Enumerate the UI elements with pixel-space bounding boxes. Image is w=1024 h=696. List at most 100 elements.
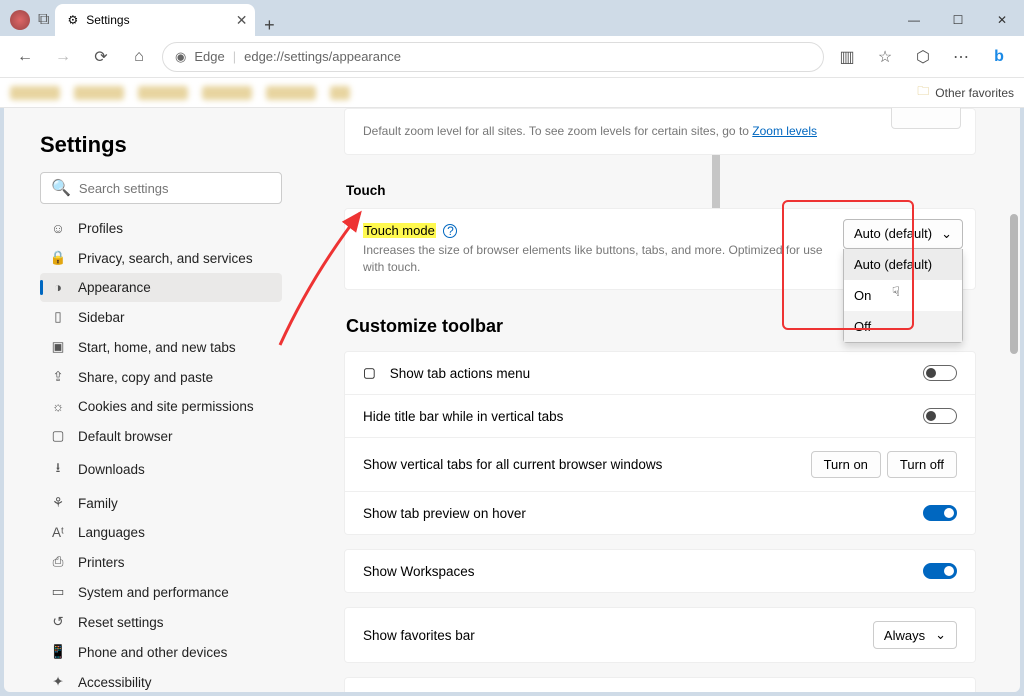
reset-icon: ↺ (50, 614, 66, 630)
row-vertical-tabs: Show vertical tabs for all current brows… (345, 438, 975, 492)
accessibility-icon: ✦ (50, 674, 66, 690)
hide-title-toggle[interactable] (923, 408, 957, 424)
family-icon: ⚘ (50, 495, 66, 511)
nav-phone[interactable]: 📱Phone and other devices (40, 637, 282, 667)
profile-icon[interactable] (10, 10, 30, 30)
tab-preview-toggle[interactable] (923, 505, 957, 521)
touch-mode-desc: Increases the size of browser elements l… (363, 242, 825, 276)
settings-main: Default zoom level for all sites. To see… (304, 108, 1020, 692)
row-select-buttons: Select which buttons to show on the tool… (345, 678, 975, 692)
tab-actions-toggle[interactable] (923, 365, 957, 381)
row-tab-actions: ▢ Show tab actions menu (345, 352, 975, 395)
refresh-button[interactable]: ⟳ (86, 42, 116, 72)
touch-mode-select[interactable]: Auto (default) ⌄ (843, 219, 963, 249)
search-icon: 🔍 (51, 178, 71, 198)
touch-mode-menu: Auto (default) On Off (843, 249, 963, 343)
bing-icon[interactable]: b (984, 42, 1014, 72)
row-workspaces: Show Workspaces (345, 550, 975, 592)
workspaces-toggle[interactable] (923, 563, 957, 579)
toolbar-settings-group: ▢ Show tab actions menu Hide title bar w… (344, 351, 976, 535)
nav-cookies[interactable]: ☼Cookies and site permissions (40, 392, 282, 421)
nav-reset[interactable]: ↺Reset settings (40, 607, 282, 637)
browser-icon: ▢ (50, 428, 66, 444)
cursor-icon: ☟ (892, 284, 900, 300)
nav-start[interactable]: ▣Start, home, and new tabs (40, 332, 282, 362)
favorites-bar-select[interactable]: Always ⌄ (873, 621, 957, 649)
bookmark-item[interactable] (266, 86, 316, 100)
bookmark-item[interactable] (74, 86, 124, 100)
titlebar: ⧉ ⚙ Settings ✕ + — ☐ ✕ (0, 0, 1024, 36)
turn-on-button[interactable]: Turn on (811, 451, 881, 478)
zoom-select[interactable] (891, 108, 961, 129)
back-button[interactable]: ← (10, 42, 40, 72)
info-icon[interactable]: ? (443, 224, 457, 238)
settings-page: Settings 🔍 ☺Profiles 🔒Privacy, search, a… (4, 108, 1020, 692)
address-bar[interactable]: ◉ Edge | edge://settings/appearance (162, 42, 824, 72)
chevron-down-icon: ⌄ (935, 627, 946, 643)
new-tab-button[interactable]: + (255, 15, 283, 36)
edge-icon: ◉ (175, 49, 186, 65)
touch-section-title: Touch (346, 183, 976, 198)
nav-profiles[interactable]: ☺Profiles (40, 214, 282, 243)
row-favorites-bar: Show favorites bar Always ⌄ (345, 608, 975, 662)
search-settings[interactable]: 🔍 (40, 172, 282, 204)
nav-printers[interactable]: ⎙Printers (40, 547, 282, 577)
split-screen-icon[interactable]: ▥ (832, 42, 862, 72)
forward-button[interactable]: → (48, 42, 78, 72)
sidebar-icon: ▯ (50, 309, 66, 325)
select-buttons-group: Select which buttons to show on the tool… (344, 677, 976, 692)
bookmark-item[interactable] (10, 86, 60, 100)
home-button[interactable]: ⌂ (124, 42, 154, 72)
tab-title: Settings (86, 13, 129, 27)
extensions-icon[interactable]: ⬡ (908, 42, 938, 72)
nav-accessibility[interactable]: ✦Accessibility (40, 667, 282, 692)
nav-privacy[interactable]: 🔒Privacy, search, and services (40, 243, 282, 273)
url-text: edge://settings/appearance (244, 49, 401, 64)
touch-mode-label: Touch mode (363, 223, 436, 238)
bookmark-item[interactable] (330, 86, 350, 100)
row-hide-title: Hide title bar while in vertical tabs (345, 395, 975, 438)
chevron-down-icon: ⌄ (941, 226, 952, 242)
touch-option-auto[interactable]: Auto (default) (844, 249, 962, 280)
bookmark-item[interactable] (202, 86, 252, 100)
edge-label: Edge (194, 49, 224, 64)
page-scrollbar[interactable] (1010, 116, 1018, 684)
close-tab-icon[interactable]: ✕ (236, 12, 248, 29)
nav-default-browser[interactable]: ▢Default browser (40, 421, 282, 451)
nav-share[interactable]: ⇪Share, copy and paste (40, 362, 282, 392)
minimize-button[interactable]: — (892, 4, 936, 36)
settings-title: Settings (40, 132, 282, 158)
touch-option-on[interactable]: On (844, 280, 962, 311)
favorite-icon[interactable]: ☆ (870, 42, 900, 72)
folder-icon: 🗀 (917, 82, 929, 103)
lock-icon: 🔒 (50, 250, 66, 266)
browser-tab[interactable]: ⚙ Settings ✕ (55, 4, 255, 36)
appearance-icon: ◑ (50, 280, 66, 295)
menu-icon[interactable]: ⋯ (946, 42, 976, 72)
browser-toolbar: ← → ⟳ ⌂ ◉ Edge | edge://settings/appeara… (0, 36, 1024, 78)
search-input[interactable] (79, 181, 271, 196)
close-window-button[interactable]: ✕ (980, 4, 1024, 36)
nav-appearance[interactable]: ◑Appearance (40, 273, 282, 302)
maximize-button[interactable]: ☐ (936, 4, 980, 36)
touch-option-off[interactable]: Off (844, 311, 962, 342)
bookmark-item[interactable] (138, 86, 188, 100)
favorites-group: Show favorites bar Always ⌄ (344, 607, 976, 663)
nav-languages[interactable]: AᵗLanguages (40, 518, 282, 547)
nav-system[interactable]: ▭System and performance (40, 577, 282, 607)
phone-icon: 📱 (50, 644, 66, 660)
bookmarks-bar: 🗀 Other favorites (0, 78, 1024, 108)
settings-sidebar: Settings 🔍 ☺Profiles 🔒Privacy, search, a… (4, 108, 304, 692)
system-icon: ▭ (50, 584, 66, 600)
turn-off-button[interactable]: Turn off (887, 451, 957, 478)
nav-downloads[interactable]: ⭳Downloads (40, 451, 282, 488)
gear-icon: ⚙ (67, 13, 78, 27)
zoom-levels-link[interactable]: Zoom levels (752, 124, 817, 138)
nav-sidebar[interactable]: ▯Sidebar (40, 302, 282, 332)
share-icon: ⇪ (50, 369, 66, 385)
other-favorites[interactable]: 🗀 Other favorites (917, 82, 1014, 103)
workspaces-icon[interactable]: ⧉ (38, 11, 49, 29)
printer-icon: ⎙ (50, 554, 66, 570)
download-icon: ⭳ (50, 458, 66, 481)
nav-family[interactable]: ⚘Family (40, 488, 282, 518)
